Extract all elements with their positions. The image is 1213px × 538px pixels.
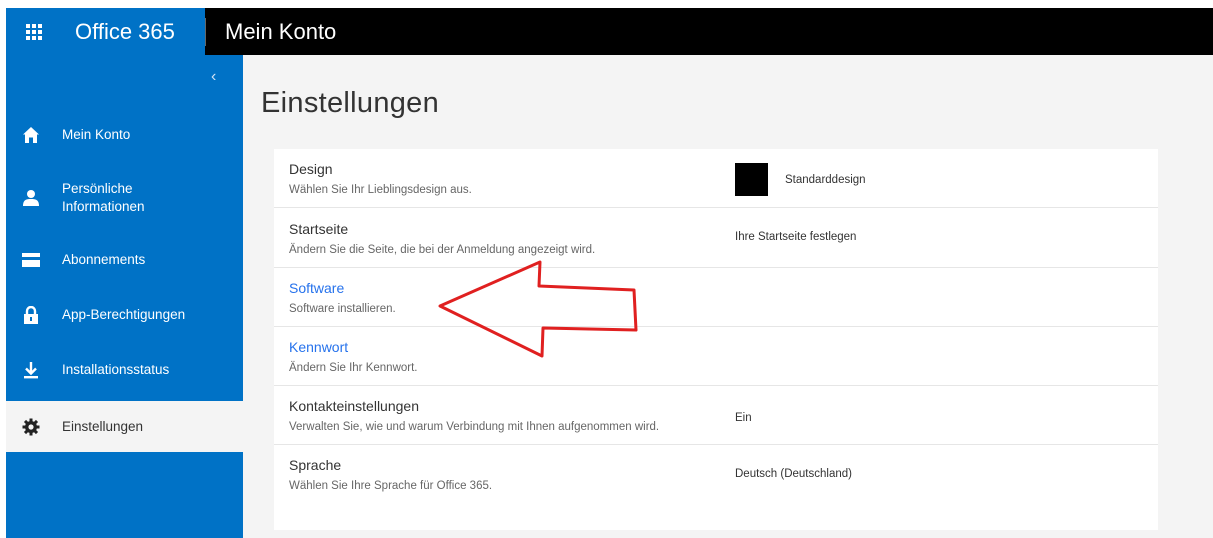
app-window: Office 365 Mein Konto ‹ Mein Konto Persö… <box>6 8 1213 538</box>
sidebar-item-label: Abonnements <box>62 252 146 267</box>
setting-description: Verwalten Sie, wie und warum Verbindung … <box>289 421 660 433</box>
app-launcher-icon <box>26 23 42 40</box>
gear-icon <box>21 417 41 437</box>
software-link[interactable]: Software <box>289 280 344 296</box>
sidebar-item-label: Persönliche Informationen <box>62 181 145 214</box>
setting-title: Kontakteinstellungen <box>289 398 419 414</box>
home-icon <box>21 125 41 145</box>
sidebar-item-installationsstatus[interactable]: Installationsstatus <box>6 345 243 395</box>
setting-value: Standarddesign <box>785 174 866 186</box>
sidebar-item-persoenliche-informationen[interactable]: Persönliche Informationen <box>6 168 243 228</box>
sidebar-item-app-berechtigungen[interactable]: App-Berechtigungen <box>6 290 243 340</box>
settings-row-startseite[interactable]: Startseite Ändern Sie die Seite, die bei… <box>274 209 1158 268</box>
setting-value: Ihre Startseite festlegen <box>735 231 857 243</box>
person-icon <box>21 188 41 208</box>
sidebar-item-einstellungen[interactable]: Einstellungen <box>6 401 243 452</box>
setting-title: Design <box>289 161 333 177</box>
lock-icon <box>21 305 41 325</box>
setting-description: Ändern Sie die Seite, die bei der Anmeld… <box>289 244 596 256</box>
page-title: Einstellungen <box>261 87 440 119</box>
setting-description: Ändern Sie Ihr Kennwort. <box>289 362 418 374</box>
theme-swatch <box>735 163 768 196</box>
sidebar-item-label: Installationsstatus <box>62 362 170 377</box>
settings-row-software[interactable]: Software Software installieren. <box>274 268 1158 327</box>
settings-row-kennwort[interactable]: Kennwort Ändern Sie Ihr Kennwort. <box>274 327 1158 386</box>
setting-description: Wählen Sie Ihre Sprache für Office 365. <box>289 480 493 492</box>
download-icon <box>21 360 41 380</box>
sidebar: ‹ Mein Konto Persönliche Informationen A… <box>6 55 243 538</box>
chevron-left-icon: ‹ <box>211 68 217 85</box>
setting-value: Deutsch (Deutschland) <box>735 468 852 480</box>
setting-value: Ein <box>735 412 752 424</box>
settings-row-design[interactable]: Design Wählen Sie Ihr Lieblingsdesign au… <box>274 149 1158 208</box>
divider <box>205 18 206 46</box>
kennwort-link[interactable]: Kennwort <box>289 339 348 355</box>
sidebar-item-label: Einstellungen <box>62 418 144 434</box>
sidebar-item-mein-konto[interactable]: Mein Konto <box>6 110 243 160</box>
setting-description: Wählen Sie Ihr Lieblingsdesign aus. <box>289 184 472 196</box>
setting-title: Sprache <box>289 457 342 473</box>
settings-row-kontakteinstellungen[interactable]: Kontakteinstellungen Verwalten Sie, wie … <box>274 386 1158 445</box>
app-title: Mein Konto <box>225 19 337 44</box>
app-launcher-button[interactable] <box>6 8 62 55</box>
settings-row-sprache[interactable]: Sprache Wählen Sie Ihre Sprache für Offi… <box>274 445 1158 504</box>
brand-logo[interactable]: Office 365 <box>62 8 205 55</box>
sidebar-item-abonnements[interactable]: Abonnements <box>6 235 243 285</box>
sidebar-item-label: Mein Konto <box>62 127 131 142</box>
card-icon <box>21 250 41 270</box>
collapse-sidebar-button[interactable]: ‹ <box>211 69 216 85</box>
sidebar-item-label: App-Berechtigungen <box>62 307 186 322</box>
setting-description: Software installieren. <box>289 303 396 315</box>
setting-title: Startseite <box>289 221 349 237</box>
settings-list: Design Wählen Sie Ihr Lieblingsdesign au… <box>274 149 1158 530</box>
top-bar: Office 365 Mein Konto <box>6 8 1213 55</box>
